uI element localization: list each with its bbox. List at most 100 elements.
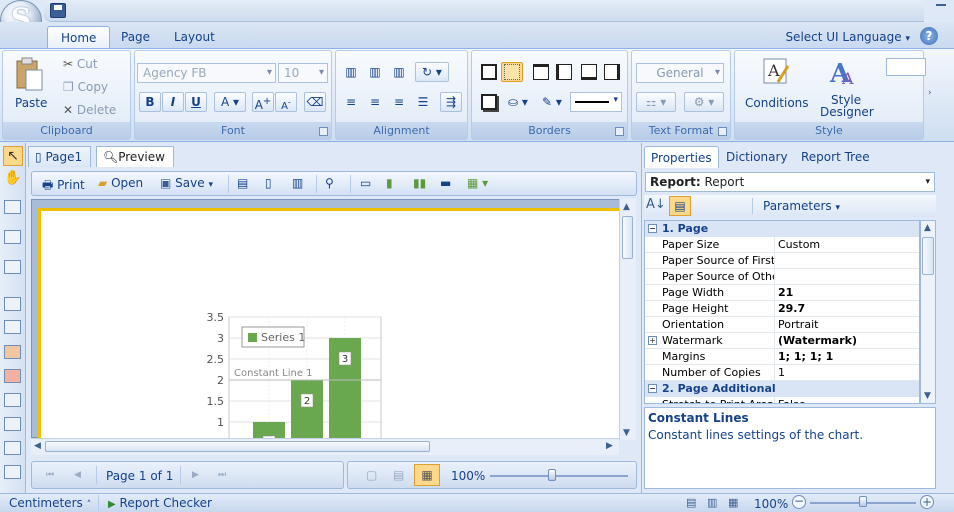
barcode-tool-icon[interactable] — [4, 369, 21, 383]
data-band-tool-icon[interactable] — [4, 260, 21, 274]
scroll-up-icon[interactable]: ▲ — [924, 223, 931, 233]
preview-view-icon[interactable]: ▦ — [728, 496, 738, 509]
zoom-out-icon[interactable]: − — [792, 495, 806, 509]
multiple-pages-button[interactable]: ▦ ▾ — [467, 176, 488, 190]
font-name-combo[interactable]: Agency FB — [137, 63, 276, 83]
align-right-button[interactable]: ≡ — [388, 92, 410, 112]
property-row[interactable]: Paper Source of Other Pages — [645, 269, 919, 285]
property-row[interactable]: Orientation Portrait — [645, 317, 919, 333]
property-category[interactable]: −1. Page — [645, 221, 919, 237]
zoom-slider-track[interactable] — [490, 475, 628, 477]
multi-page-view-button[interactable]: ▦ — [414, 464, 440, 486]
one-page-button[interactable]: ▮ — [386, 176, 393, 190]
shadow-button[interactable] — [478, 92, 500, 112]
align-center-button[interactable]: ≡ — [364, 92, 386, 112]
property-value[interactable]: (Watermark) — [778, 334, 918, 347]
band-tool-icon[interactable] — [4, 200, 21, 214]
align-top-button[interactable]: ▥ — [340, 62, 362, 82]
object-selector[interactable]: Report: Report ▾ — [645, 172, 935, 192]
paste-button[interactable] — [14, 56, 44, 94]
property-row[interactable]: Margins 1; 1; 1; 1 — [645, 349, 919, 365]
zoom-in-icon[interactable]: + — [920, 495, 934, 509]
status-zoom-thumb[interactable] — [859, 496, 867, 507]
chart-tool-icon[interactable] — [4, 465, 21, 479]
bold-button[interactable]: B — [139, 92, 161, 112]
tab-dictionary[interactable]: Dictionary — [720, 146, 794, 168]
line-tool-icon[interactable] — [4, 417, 21, 431]
property-row[interactable]: Page Width 21 — [645, 285, 919, 301]
property-value[interactable]: Portrait — [778, 318, 918, 331]
text-format-dialog-launcher-icon[interactable] — [718, 127, 727, 136]
delete-button[interactable]: ✕ Delete — [63, 103, 127, 119]
property-value[interactable]: Custom — [778, 238, 918, 251]
conditions-button[interactable]: A Conditions — [742, 56, 810, 112]
scroll-right-icon[interactable]: ▶ — [606, 441, 613, 451]
property-category[interactable]: −2. Page Additional — [645, 381, 919, 397]
word-wrap-button[interactable]: ⇶ — [440, 92, 462, 112]
tab-properties[interactable]: Properties — [644, 146, 719, 168]
previous-page-icon[interactable]: ◀ — [74, 470, 81, 480]
rich-text-tool-icon[interactable] — [4, 320, 21, 334]
format-currency-button[interactable]: ⚏ ▾ — [636, 92, 676, 112]
borders-dialog-launcher-icon[interactable] — [615, 127, 624, 136]
justify-button[interactable]: ☰ — [412, 92, 434, 112]
checkbox-tool-icon[interactable] — [4, 441, 21, 455]
collapse-icon[interactable]: − — [648, 384, 657, 393]
border-bottom-button[interactable] — [578, 62, 600, 82]
select-tool-pointer-icon[interactable]: ↖ — [3, 146, 23, 166]
property-value[interactable]: False — [778, 398, 918, 403]
thumbnails-button[interactable]: ▥ — [292, 176, 303, 190]
border-all-button[interactable] — [478, 62, 500, 82]
scroll-down-icon[interactable]: ▼ — [924, 391, 931, 401]
copy-button[interactable]: ❐ Copy — [63, 80, 127, 96]
bookmarks-button[interactable]: ▤ — [237, 176, 248, 190]
line-style-combo[interactable]: ▾ — [570, 92, 622, 112]
fill-color-button[interactable]: ⛀ ▾ — [503, 92, 533, 112]
border-top-button[interactable] — [530, 62, 552, 82]
collapse-icon[interactable]: − — [648, 224, 657, 233]
tab-report-tree[interactable]: Report Tree — [795, 146, 876, 168]
border-right-button[interactable] — [601, 62, 623, 82]
shape-tool-icon[interactable] — [4, 393, 21, 407]
image-tool-icon[interactable] — [4, 345, 21, 359]
print-button[interactable]: 🖶 Print — [42, 176, 85, 197]
tab-preview[interactable]: 🔍︎Preview — [96, 146, 174, 167]
scroll-down-icon[interactable]: ▼ — [623, 428, 630, 438]
property-grid-scroll-thumb[interactable] — [922, 237, 934, 275]
property-row[interactable]: Stretch to Print Area False — [645, 397, 919, 403]
font-dialog-launcher-icon[interactable] — [319, 127, 328, 136]
full-screen-button[interactable]: ▭ — [360, 176, 371, 190]
report-checker-button[interactable]: ▶ Report Checker — [108, 496, 212, 510]
last-page-icon[interactable]: ⏭ — [218, 470, 226, 480]
help-button[interactable]: ? — [920, 27, 938, 45]
shrink-font-button[interactable]: A- — [275, 92, 297, 112]
cross-band-tool-icon[interactable] — [4, 230, 21, 244]
property-row[interactable]: Number of Copies 1 — [645, 365, 919, 381]
single-page-view-icon[interactable]: ▢ — [366, 468, 377, 482]
text-tool-icon[interactable] — [4, 297, 21, 311]
horizontal-scroll-thumb[interactable] — [45, 441, 430, 452]
continuous-view-icon[interactable]: ▤ — [393, 468, 404, 482]
page-view-icon[interactable]: ▤ — [686, 496, 696, 509]
page-layout-icon[interactable]: ▥ — [707, 496, 717, 509]
categorized-view-button[interactable]: ▤ — [669, 196, 691, 216]
scroll-up-icon[interactable]: ▲ — [623, 202, 630, 212]
property-value[interactable]: 1 — [778, 366, 918, 379]
ui-language-selector[interactable]: Select UI Language ▾ — [785, 30, 910, 44]
property-value[interactable]: 21 — [778, 286, 918, 299]
save-button[interactable]: ▣ Save ▾ — [160, 176, 213, 190]
scroll-left-icon[interactable]: ◀ — [34, 441, 41, 451]
italic-button[interactable]: I — [162, 92, 184, 112]
property-row[interactable]: + Watermark (Watermark) — [645, 333, 919, 349]
align-left-button[interactable]: ≡ — [340, 92, 362, 112]
property-value[interactable]: 29.7 — [778, 302, 918, 315]
property-value[interactable]: 1; 1; 1; 1 — [778, 350, 918, 363]
vertical-scroll-thumb[interactable] — [622, 216, 633, 259]
style-gallery[interactable] — [886, 58, 926, 76]
open-button[interactable]: ▰ Open — [98, 176, 143, 190]
tab-home[interactable]: Home — [47, 26, 111, 48]
border-color-button[interactable]: ✎ ▾ — [537, 92, 567, 112]
underline-button[interactable]: U — [185, 92, 207, 112]
pan-tool-hand-icon[interactable]: ✋ — [4, 170, 21, 186]
grow-font-button[interactable]: A+ — [252, 92, 274, 112]
